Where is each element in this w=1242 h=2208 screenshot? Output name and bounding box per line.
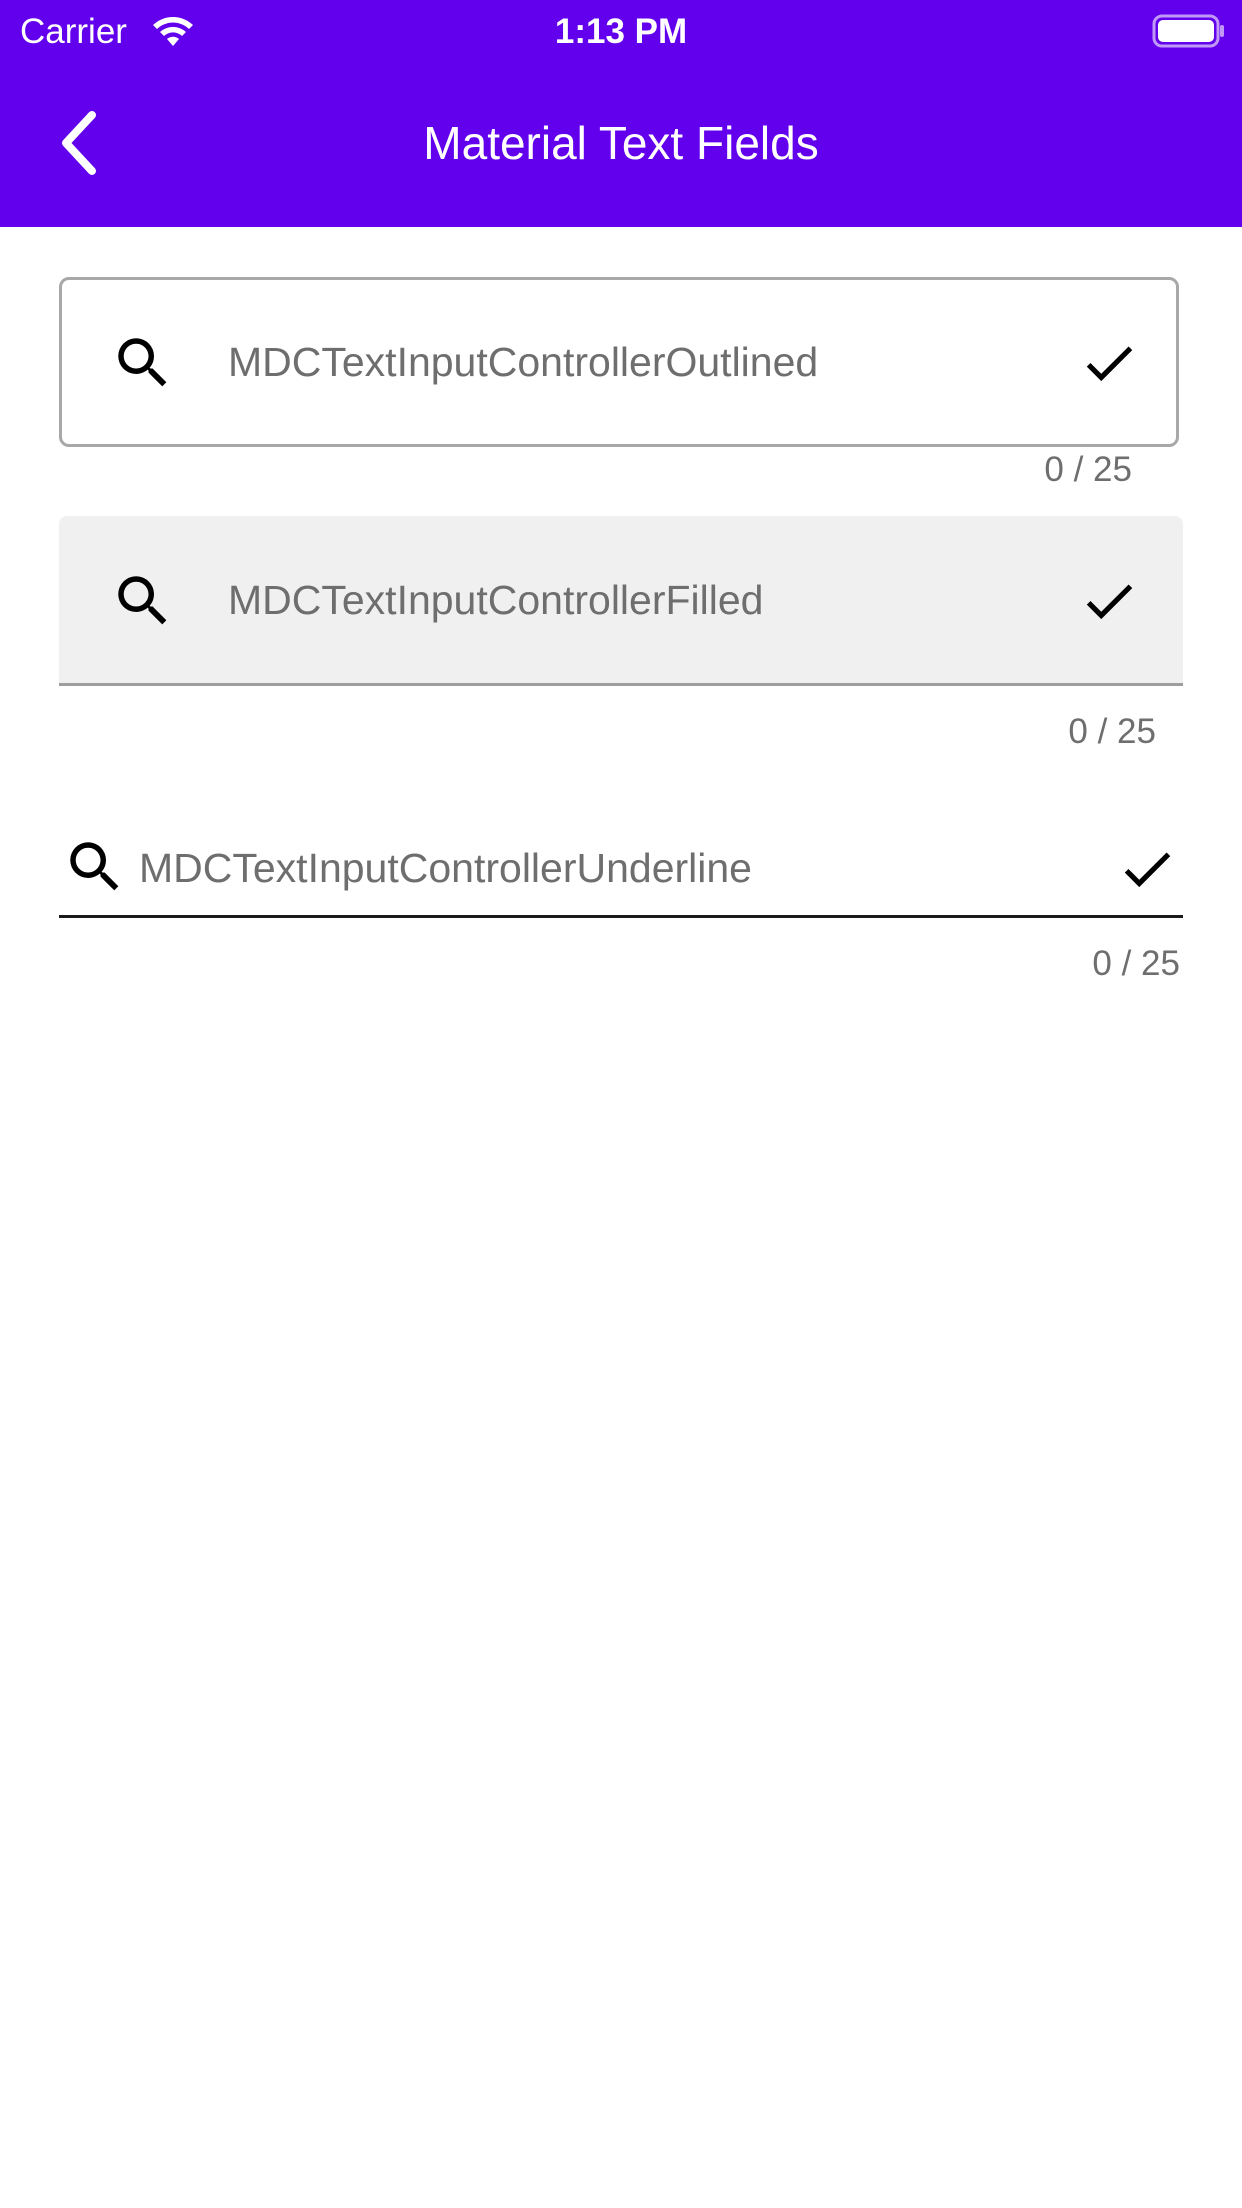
search-icon: [118, 576, 167, 625]
underline-input-placeholder[interactable]: MDCTextInputControllerUnderline: [139, 843, 752, 893]
checkmark-icon: [1086, 584, 1133, 620]
underline-character-counter: 0 / 25: [1092, 944, 1180, 983]
checkmark-icon: [1124, 852, 1171, 888]
underline-indicator: [59, 915, 1183, 918]
search-icon: [118, 338, 167, 387]
filled-character-counter: 0 / 25: [1068, 712, 1156, 751]
filled-input-placeholder[interactable]: MDCTextInputControllerFilled: [228, 575, 763, 625]
outlined-input-placeholder[interactable]: MDCTextInputControllerOutlined: [228, 337, 818, 387]
page-title: Material Text Fields: [423, 117, 819, 169]
checkmark-icon: [1086, 346, 1133, 382]
app-bar: Carrier 1:13 PM Material Text Fields: [0, 0, 1242, 227]
search-icon: [70, 842, 119, 891]
battery-icon: [1152, 14, 1224, 48]
outlined-character-counter: 0 / 25: [1044, 450, 1132, 489]
status-time: 1:13 PM: [554, 12, 688, 51]
